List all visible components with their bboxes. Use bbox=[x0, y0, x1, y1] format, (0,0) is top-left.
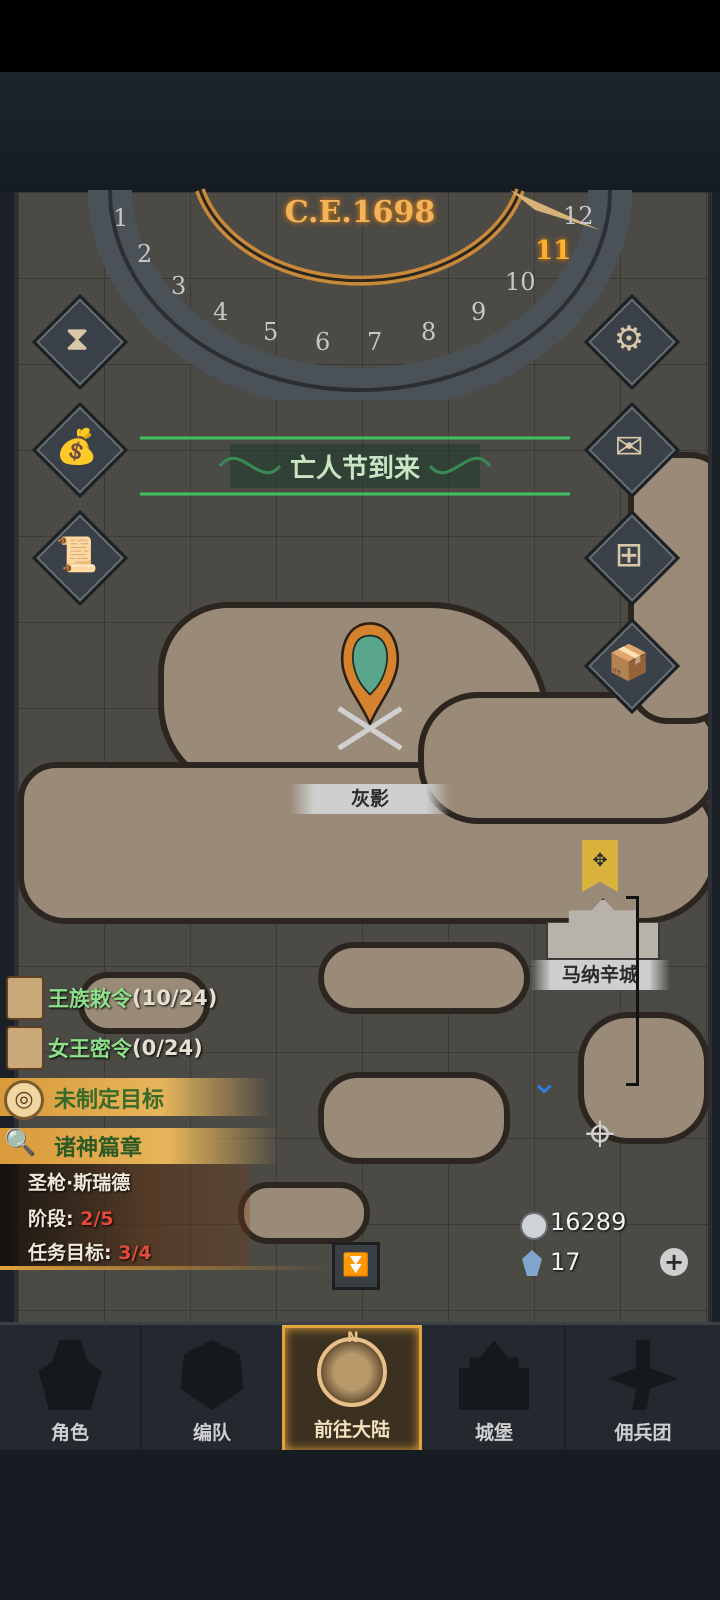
stage-label: 阶段: bbox=[28, 1208, 74, 1230]
tab-label: 前往大陆 bbox=[313, 1419, 390, 1441]
scroll-button[interactable]: 📜 bbox=[31, 509, 129, 607]
quest-royal-decree[interactable]: 王族敕令 (10/24) bbox=[48, 976, 217, 1020]
target-value: 3/4 bbox=[118, 1242, 152, 1264]
crystal-amount: 17 bbox=[550, 1248, 581, 1276]
letter-quest-icon bbox=[6, 1026, 44, 1070]
tab-continent[interactable]: N 前往大陆 bbox=[282, 1325, 422, 1453]
silver-amount: 16289 bbox=[550, 1208, 627, 1236]
supplies-button[interactable]: 📦 bbox=[583, 617, 681, 715]
mail-button[interactable]: ✉ bbox=[583, 401, 681, 499]
event-banner-text: 亡人节到来 bbox=[289, 454, 420, 484]
direction-arrow-icon: ⌄ bbox=[530, 1062, 559, 1102]
gear-icon: ⚙ bbox=[613, 319, 645, 359]
add-crystal-button[interactable]: + bbox=[660, 1248, 688, 1276]
mail-icon: ✉ bbox=[614, 427, 644, 467]
chapter-hero: 圣枪·斯瑞德 bbox=[28, 1172, 131, 1194]
month-number: 4 bbox=[213, 298, 229, 326]
quest-name: 王族敕令 bbox=[48, 987, 132, 1011]
bottom-nav: 角色 编队 N 前往大陆 城堡 佣兵团 bbox=[0, 1322, 720, 1453]
month-number: 8 bbox=[421, 318, 437, 346]
status-bar bbox=[0, 0, 720, 72]
month-number: 3 bbox=[171, 272, 187, 300]
tab-label: 佣兵团 bbox=[614, 1422, 672, 1444]
collapse-button[interactable]: ⏬ bbox=[332, 1242, 380, 1290]
month-number: 5 bbox=[263, 318, 279, 346]
calendar-year: C.E.1698 bbox=[284, 195, 436, 230]
city-label: 马纳辛城 bbox=[530, 960, 670, 990]
scroll-icon: 📜 bbox=[55, 535, 99, 575]
money-bag-icon: 💰 bbox=[55, 427, 99, 467]
magnifier-icon: 🔍 bbox=[4, 1128, 37, 1158]
silver-coin-icon bbox=[520, 1212, 548, 1240]
month-number: 2 bbox=[137, 240, 153, 268]
current-month: 11 bbox=[535, 236, 572, 266]
quest-progress: (10/24) bbox=[132, 986, 218, 1010]
quest-progress: (0/24) bbox=[132, 1036, 203, 1060]
month-number: 6 bbox=[315, 328, 331, 356]
stage-value: 2/5 bbox=[80, 1208, 114, 1230]
grid-icon: ⊞ bbox=[614, 535, 644, 575]
target-row: 任务目标: 3/4 bbox=[28, 1238, 152, 1265]
footer-area bbox=[0, 1450, 720, 1600]
land-mass bbox=[318, 942, 530, 1014]
quest-name: 女王密令 bbox=[48, 1037, 132, 1061]
tab-label: 城堡 bbox=[474, 1422, 513, 1444]
month-number: 12 bbox=[563, 202, 594, 230]
compass-letter: N bbox=[347, 1330, 359, 1346]
month-number: 1 bbox=[113, 204, 129, 232]
month-number: 10 bbox=[505, 268, 536, 296]
supplies-icon: 📦 bbox=[607, 643, 651, 683]
locate-button[interactable]: ⌖ bbox=[562, 1104, 638, 1164]
land-mass bbox=[318, 1072, 510, 1164]
money-bag-button[interactable]: 💰 bbox=[31, 401, 129, 499]
compass-icon bbox=[317, 1337, 387, 1407]
tab-castle[interactable]: 城堡 bbox=[424, 1325, 566, 1453]
crosshair-icon: ✥ bbox=[592, 850, 608, 871]
enemy-marker[interactable] bbox=[330, 620, 410, 750]
goal-text: 未制定目标 bbox=[54, 1088, 165, 1113]
tab-character[interactable]: 角色 bbox=[0, 1325, 142, 1453]
city-bracket bbox=[626, 896, 639, 1086]
hourglass-button[interactable]: ⧗ bbox=[31, 293, 129, 391]
helmet-shield-icon bbox=[180, 1340, 244, 1410]
calendar-ring bbox=[88, 188, 632, 400]
target-label: 任务目标: bbox=[28, 1242, 112, 1264]
hourglass-icon: ⧗ bbox=[65, 319, 89, 359]
settings-button[interactable]: ⚙ bbox=[583, 293, 681, 391]
scroll-quest-icon bbox=[6, 976, 44, 1020]
target-icon: ◎ bbox=[4, 1080, 44, 1120]
tab-formation[interactable]: 编队 bbox=[142, 1325, 284, 1453]
month-number: 7 bbox=[367, 328, 383, 356]
mercenary-icon bbox=[608, 1340, 678, 1410]
chapter-underline bbox=[0, 1266, 330, 1270]
enemy-label: 灰影 bbox=[290, 784, 450, 814]
grid-button[interactable]: ⊞ bbox=[583, 509, 681, 607]
tab-mercenary[interactable]: 佣兵团 bbox=[566, 1325, 720, 1453]
tab-label: 角色 bbox=[50, 1422, 89, 1444]
castle-tab-icon bbox=[459, 1340, 529, 1410]
land-mass bbox=[238, 1182, 370, 1244]
knight-icon bbox=[38, 1340, 102, 1410]
tab-label: 编队 bbox=[192, 1422, 231, 1444]
chapter-title: 诸神篇章 bbox=[54, 1136, 143, 1161]
stage-row: 阶段: 2/5 bbox=[28, 1204, 114, 1231]
quest-queen-order[interactable]: 女王密令 (0/24) bbox=[48, 1026, 203, 1070]
month-number: 9 bbox=[471, 298, 487, 326]
